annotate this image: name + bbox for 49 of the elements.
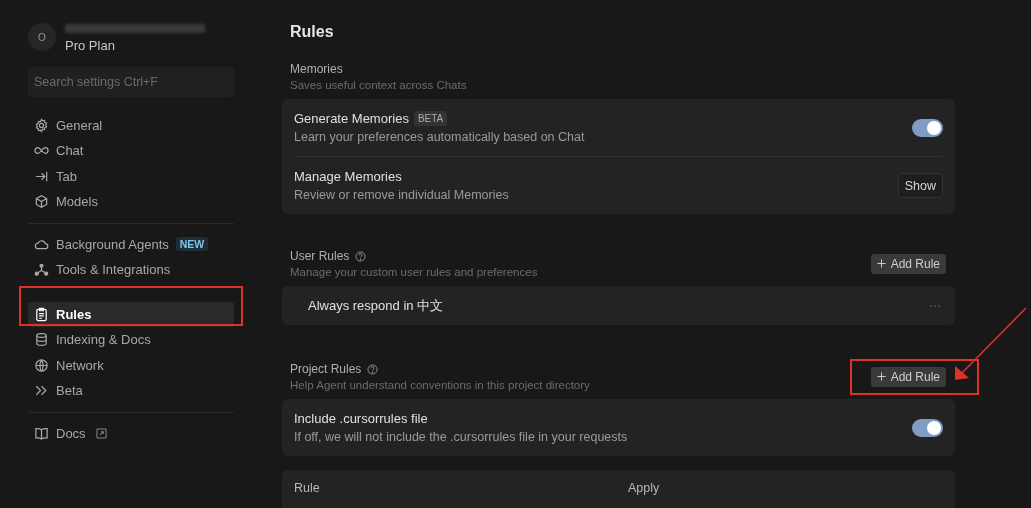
sidebar-item[interactable]: Tools & Integrations: [28, 257, 234, 282]
section-title: Project Rules: [290, 362, 362, 376]
setting-description: If off, we will not include the .cursorrules file in your requests: [294, 430, 628, 444]
sidebar-item[interactable]: General: [28, 113, 234, 138]
add-rule-button[interactable]: Add Rule: [870, 366, 946, 387]
tools-icon: [34, 262, 49, 278]
sidebar-item[interactable]: Chat: [28, 138, 234, 163]
show-button[interactable]: Show: [897, 173, 943, 198]
add-rule-button[interactable]: Add Rule: [870, 253, 946, 274]
new-badge: NEW: [175, 237, 209, 252]
setting-title: Include .cursorrules file: [294, 411, 428, 426]
database-icon: [34, 332, 49, 348]
sidebar-item[interactable]: Beta: [28, 378, 234, 403]
sidebar-item[interactable]: Indexing & Docs: [28, 327, 234, 352]
column-header: Rule: [294, 481, 321, 495]
more-icon[interactable]: [929, 303, 941, 308]
cube-icon: [34, 194, 49, 210]
search-field[interactable]: Search settings Ctrl+F: [28, 67, 234, 97]
plan-label: Pro Plan: [65, 38, 116, 53]
toggle-switch[interactable]: [912, 118, 943, 137]
help-icon[interactable]: [355, 250, 367, 262]
globe-icon: [34, 357, 49, 373]
setting-title: Generate Memories: [294, 111, 409, 126]
gear-icon: [34, 117, 49, 133]
avatar: O: [28, 23, 56, 51]
clipboard-icon: [34, 306, 49, 322]
setting-description: Learn your preferences automatically based on Chat: [294, 130, 585, 144]
help-icon[interactable]: [367, 363, 379, 375]
sidebar-item[interactable]: Background Agents NEW: [28, 232, 234, 257]
sidebar-item[interactable]: Rules: [28, 302, 234, 327]
setting-title: Manage Memories: [294, 169, 402, 184]
column-header: Apply: [628, 481, 660, 495]
plus-icon: [876, 259, 886, 268]
setting-description: Review or remove individual Memories: [294, 188, 509, 202]
page-title: Rules: [290, 23, 335, 42]
section-title: Memories: [290, 62, 343, 76]
section-description: Manage your custom user rules and preferences: [290, 266, 538, 278]
section-description: Help Agent understand conventions in this project directory: [290, 379, 590, 391]
book-icon: [34, 425, 49, 441]
plus-icon: [876, 372, 886, 381]
sidebar-item[interactable]: Models: [28, 189, 234, 214]
beta-badge: BETA: [413, 111, 448, 126]
sidebar-item[interactable]: Network: [28, 353, 234, 378]
sidebar-item[interactable]: Tab: [28, 164, 234, 189]
sidebar-item[interactable]: Docs: [28, 421, 234, 446]
section-title: User Rules: [290, 249, 350, 263]
rule-text: Always respond in 中文: [308, 296, 444, 315]
section-description: Saves useful context across Chats: [290, 79, 467, 91]
toggle-switch[interactable]: [912, 418, 943, 437]
